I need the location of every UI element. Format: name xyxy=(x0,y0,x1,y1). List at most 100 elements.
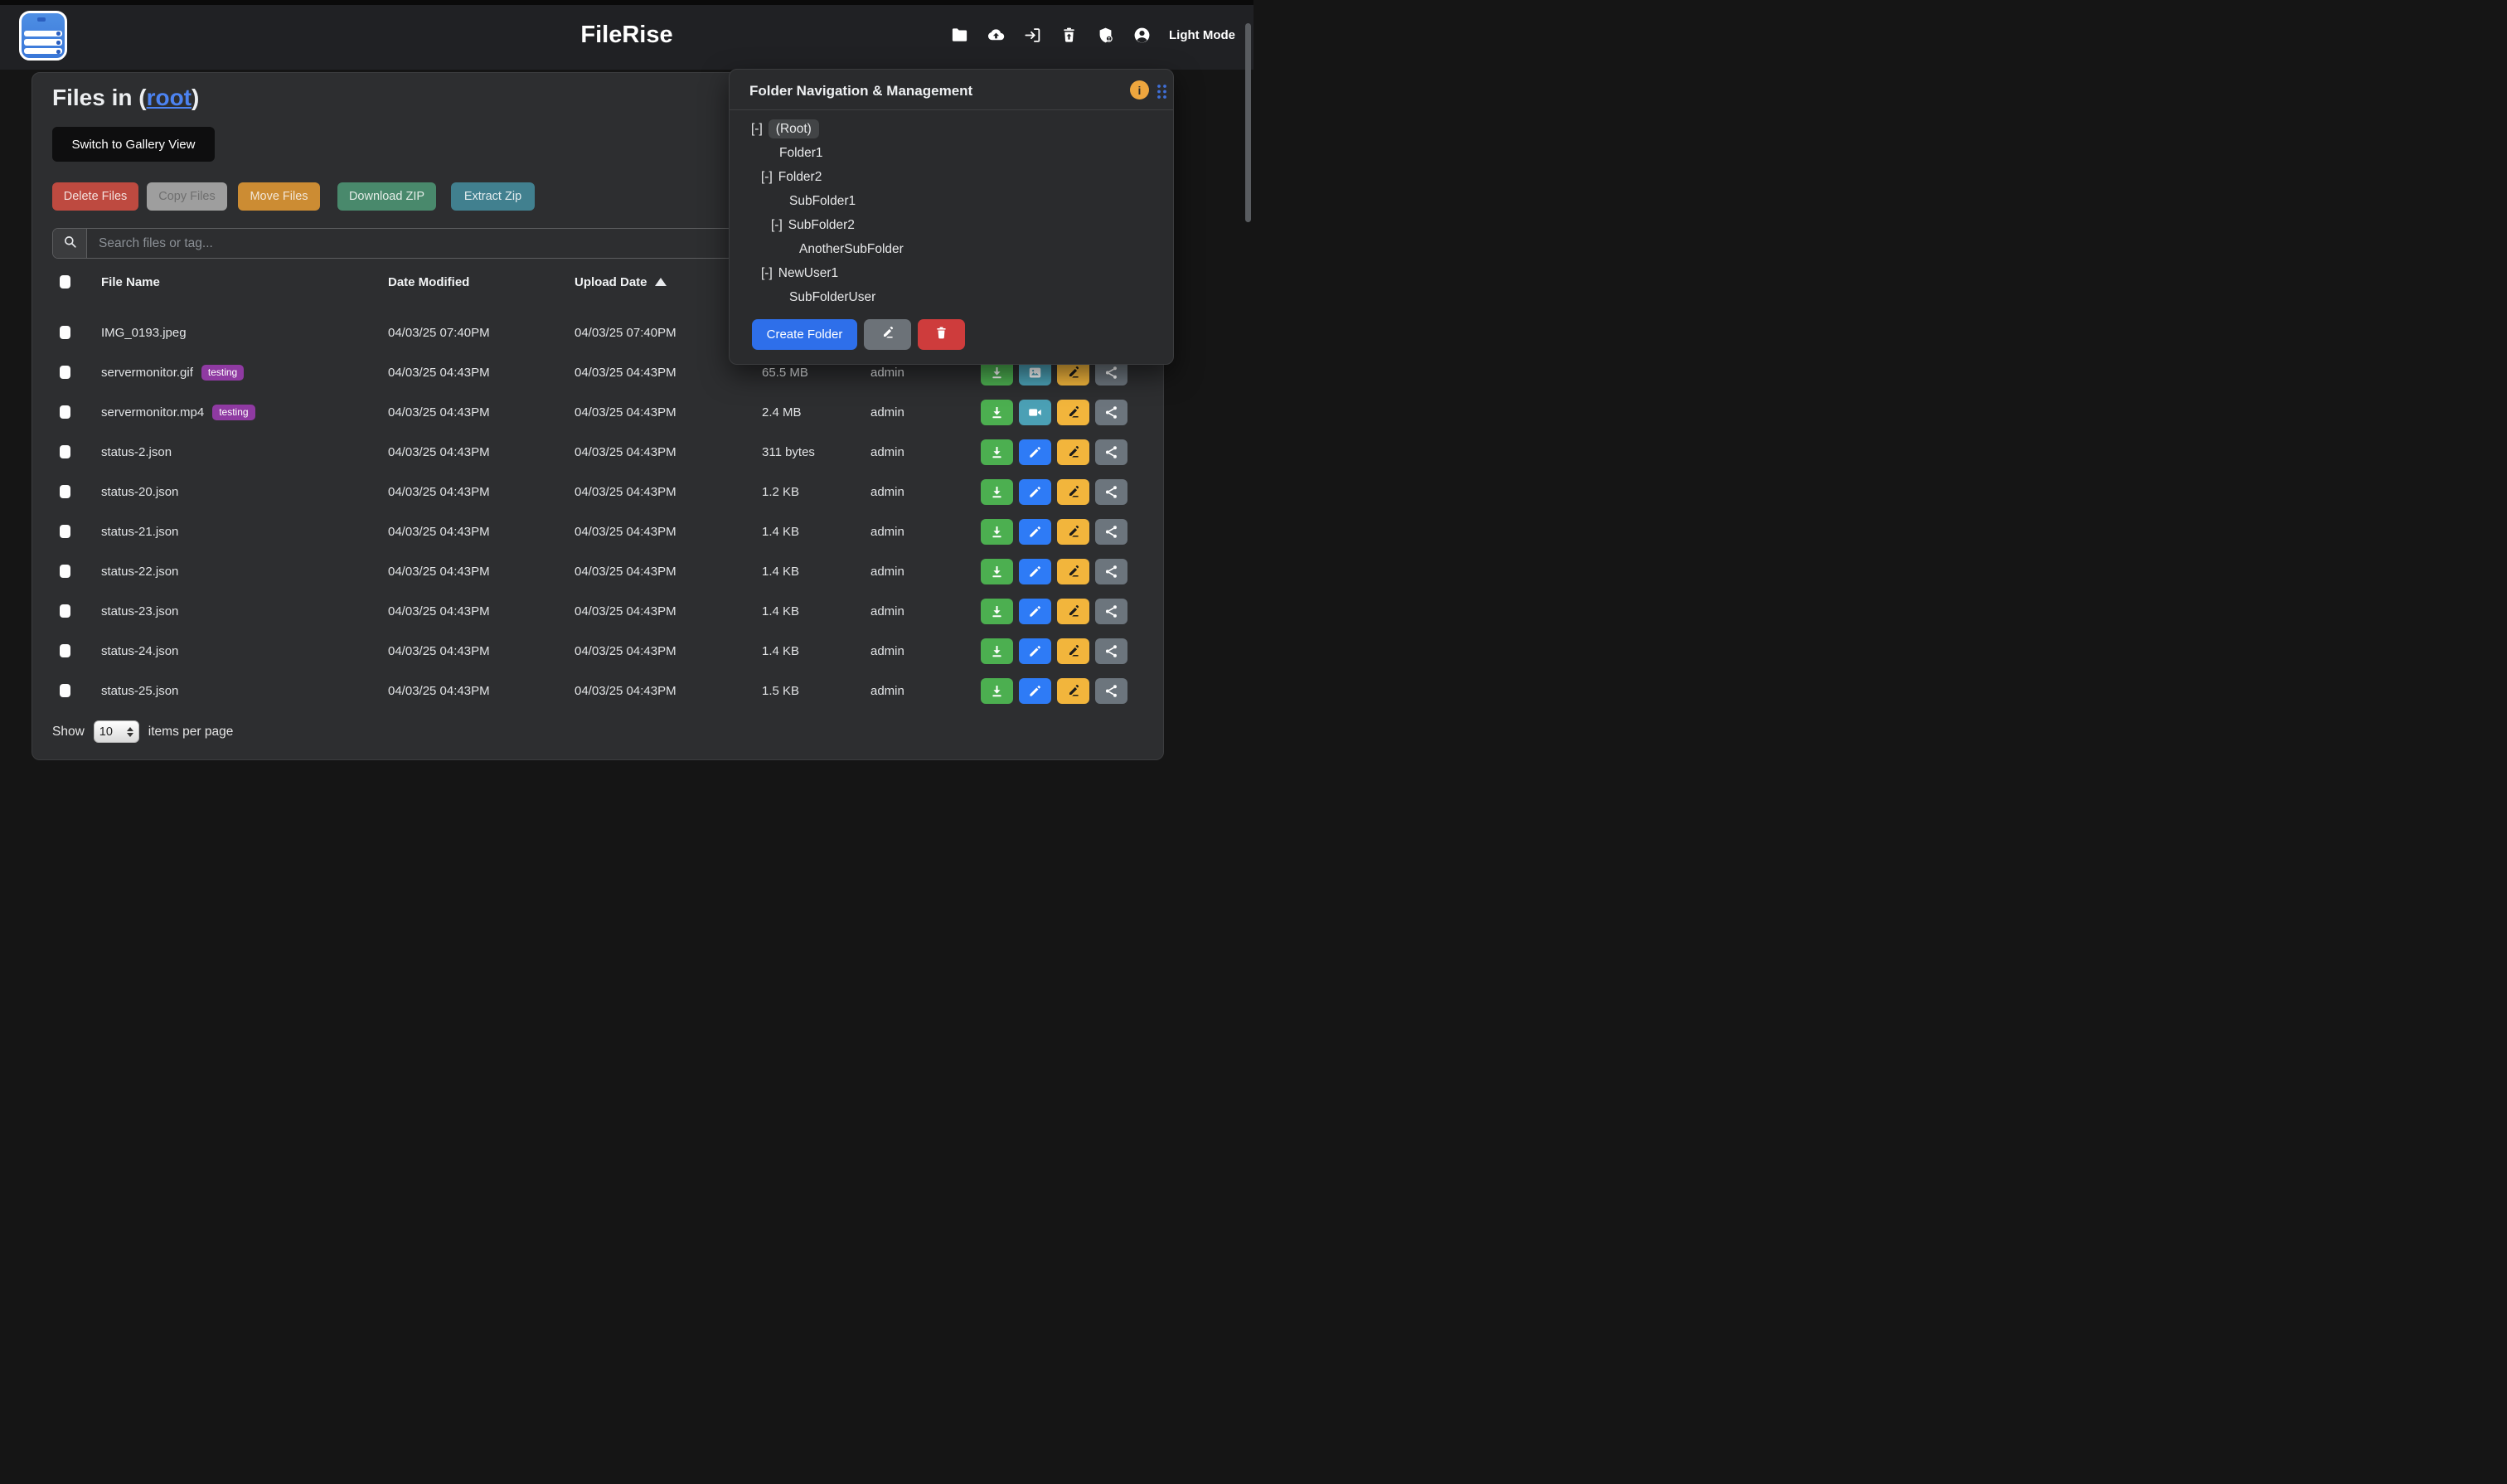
scrollbar-thumb[interactable] xyxy=(1245,23,1251,222)
edit-button[interactable] xyxy=(1019,439,1051,465)
rename-folder-button[interactable] xyxy=(864,319,911,350)
download-button[interactable] xyxy=(981,400,1013,425)
share-button[interactable] xyxy=(1095,479,1127,505)
exit-icon[interactable] xyxy=(1023,26,1042,45)
folder-label[interactable]: Folder2 xyxy=(778,170,822,184)
rename-button[interactable] xyxy=(1057,559,1089,584)
row-checkbox[interactable] xyxy=(60,565,70,578)
file-tag-badge: testing xyxy=(212,405,255,420)
rename-button[interactable] xyxy=(1057,638,1089,664)
collapse-toggle[interactable]: [-] xyxy=(751,122,763,136)
share-button[interactable] xyxy=(1095,400,1127,425)
folder-tree-item[interactable]: [-] NewUser1 xyxy=(730,261,1173,285)
drag-handle-icon[interactable] xyxy=(1156,83,1168,104)
row-checkbox[interactable] xyxy=(60,405,70,419)
collapse-toggle[interactable]: [-] xyxy=(771,218,783,232)
cloud-upload-icon[interactable] xyxy=(987,26,1006,45)
table-row: status-23.json04/03/25 04:43PM04/03/25 0… xyxy=(32,591,1163,631)
edit-button[interactable] xyxy=(1019,599,1051,624)
preview-video-button[interactable] xyxy=(1019,400,1051,425)
edit-button[interactable] xyxy=(1019,519,1051,545)
edit-button[interactable] xyxy=(1019,678,1051,704)
edit-button[interactable] xyxy=(1019,559,1051,584)
folder-label[interactable]: SubFolder1 xyxy=(789,194,856,208)
search-button[interactable] xyxy=(53,229,87,258)
trash-restore-icon[interactable] xyxy=(1060,26,1079,45)
account-icon[interactable] xyxy=(1132,26,1152,45)
root-folder-link[interactable]: root xyxy=(147,85,192,110)
rename-button[interactable] xyxy=(1057,400,1089,425)
share-button[interactable] xyxy=(1095,599,1127,624)
row-checkbox[interactable] xyxy=(60,604,70,618)
info-icon[interactable]: i xyxy=(1130,80,1149,99)
rename-button[interactable] xyxy=(1057,519,1089,545)
folder-label[interactable]: (Root) xyxy=(769,119,819,138)
share-button[interactable] xyxy=(1095,638,1127,664)
edit-button[interactable] xyxy=(1019,479,1051,505)
file-size-cell: 1.2 KB xyxy=(762,472,799,512)
download-button[interactable] xyxy=(981,599,1013,624)
folder-tree-item[interactable]: [-] SubFolder2 xyxy=(730,213,1173,237)
folder-icon[interactable] xyxy=(950,26,969,45)
extract-zip-button[interactable]: Extract Zip xyxy=(451,182,535,211)
folder-tree-item[interactable]: Folder1 xyxy=(730,141,1173,165)
download-button[interactable] xyxy=(981,678,1013,704)
collapse-toggle[interactable]: [-] xyxy=(761,266,773,280)
admin-shield-icon[interactable] xyxy=(1096,26,1115,45)
download-button[interactable] xyxy=(981,559,1013,584)
delete-folder-button[interactable] xyxy=(918,319,965,350)
panel-divider xyxy=(730,109,1173,110)
download-zip-button[interactable]: Download ZIP xyxy=(337,182,436,211)
create-folder-button[interactable]: Create Folder xyxy=(752,319,857,350)
folder-label[interactable]: SubFolderUser xyxy=(789,290,875,304)
row-checkbox[interactable] xyxy=(60,644,70,657)
folder-label[interactable]: AnotherSubFolder xyxy=(799,242,904,256)
move-files-button[interactable]: Move Files xyxy=(238,182,320,211)
share-button[interactable] xyxy=(1095,678,1127,704)
folder-tree-item[interactable]: AnotherSubFolder xyxy=(730,237,1173,261)
folder-tree-item[interactable]: [-] Folder2 xyxy=(730,165,1173,189)
share-button[interactable] xyxy=(1095,519,1127,545)
folder-tree-item[interactable]: SubFolder1 xyxy=(730,189,1173,213)
copy-files-button[interactable]: Copy Files xyxy=(147,182,227,211)
row-checkbox[interactable] xyxy=(60,684,70,697)
download-button[interactable] xyxy=(981,519,1013,545)
row-checkbox[interactable] xyxy=(60,445,70,458)
download-button[interactable] xyxy=(981,479,1013,505)
row-checkbox[interactable] xyxy=(60,525,70,538)
folder-label[interactable]: Folder1 xyxy=(779,146,823,160)
row-checkbox[interactable] xyxy=(60,485,70,498)
folder-tree-item[interactable]: SubFolderUser xyxy=(730,285,1173,309)
share-button[interactable] xyxy=(1095,439,1127,465)
rename-button[interactable] xyxy=(1057,678,1089,704)
folder-label[interactable]: SubFolder2 xyxy=(788,218,855,232)
row-checkbox[interactable] xyxy=(60,326,70,339)
row-actions xyxy=(981,392,1127,432)
rename-button[interactable] xyxy=(1057,479,1089,505)
table-row: status-24.json04/03/25 04:43PM04/03/25 0… xyxy=(32,631,1163,671)
select-all-checkbox[interactable] xyxy=(60,275,70,289)
delete-files-button[interactable]: Delete Files xyxy=(52,182,138,211)
row-actions xyxy=(981,551,1127,591)
uploader-cell: admin xyxy=(870,472,904,512)
search-input[interactable] xyxy=(87,229,733,258)
column-header-upload-date[interactable]: Upload Date xyxy=(575,262,667,302)
column-header-date-modified[interactable]: Date Modified xyxy=(388,262,469,302)
upload-date-cell: 04/03/25 04:43PM xyxy=(575,472,676,512)
show-label: Show xyxy=(52,725,85,740)
theme-toggle[interactable]: Light Mode xyxy=(1169,0,1235,70)
edit-button[interactable] xyxy=(1019,638,1051,664)
items-per-page-select[interactable]: 10 xyxy=(94,720,139,743)
download-button[interactable] xyxy=(981,439,1013,465)
rename-button[interactable] xyxy=(1057,439,1089,465)
folder-tree-item[interactable]: [-] (Root) xyxy=(730,117,1173,141)
switch-gallery-view-button[interactable]: Switch to Gallery View xyxy=(52,127,215,162)
share-button[interactable] xyxy=(1095,559,1127,584)
row-checkbox[interactable] xyxy=(60,366,70,379)
rename-button[interactable] xyxy=(1057,599,1089,624)
date-modified-cell: 04/03/25 04:43PM xyxy=(388,671,490,710)
column-header-file-name[interactable]: File Name xyxy=(101,262,160,302)
folder-label[interactable]: NewUser1 xyxy=(778,266,838,280)
collapse-toggle[interactable]: [-] xyxy=(761,170,773,184)
download-button[interactable] xyxy=(981,638,1013,664)
